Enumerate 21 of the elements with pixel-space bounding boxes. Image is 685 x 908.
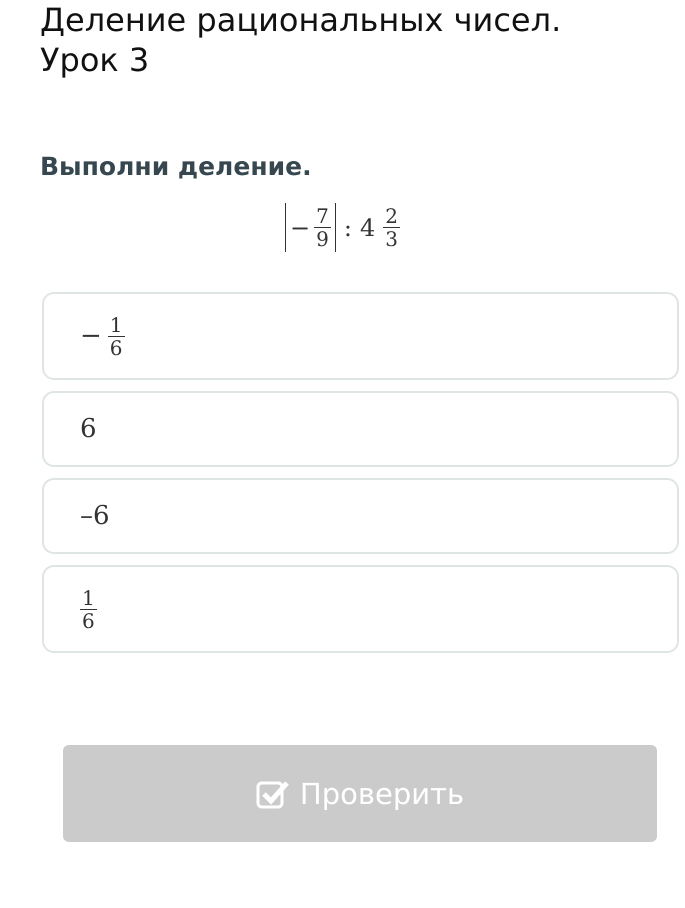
denominator: 6 bbox=[108, 336, 125, 358]
answer-value: –6 bbox=[80, 501, 110, 531]
numerator: 7 bbox=[315, 205, 330, 227]
denominator: 9 bbox=[314, 227, 331, 250]
question-text: Выполни деление. bbox=[40, 152, 312, 181]
answer-value: 6 bbox=[80, 414, 97, 444]
numerator: 1 bbox=[81, 586, 96, 608]
answer-option[interactable]: 1 6 bbox=[42, 565, 679, 653]
lesson-title: Урок 3 bbox=[40, 40, 150, 80]
division-sign: : bbox=[344, 214, 352, 242]
denominator: 3 bbox=[383, 227, 400, 250]
minus-sign: − bbox=[290, 214, 310, 242]
checkbox-icon bbox=[256, 778, 290, 808]
answer-option[interactable]: 6 bbox=[42, 391, 679, 467]
answer-option[interactable]: –6 bbox=[42, 478, 679, 554]
minus-sign: − bbox=[80, 321, 102, 351]
lesson-title: Деление рациональных чисел. bbox=[40, 0, 562, 40]
numerator: 1 bbox=[108, 314, 124, 336]
whole-number: 4 bbox=[360, 214, 376, 242]
denominator: 6 bbox=[80, 608, 97, 632]
numerator: 2 bbox=[384, 205, 399, 227]
